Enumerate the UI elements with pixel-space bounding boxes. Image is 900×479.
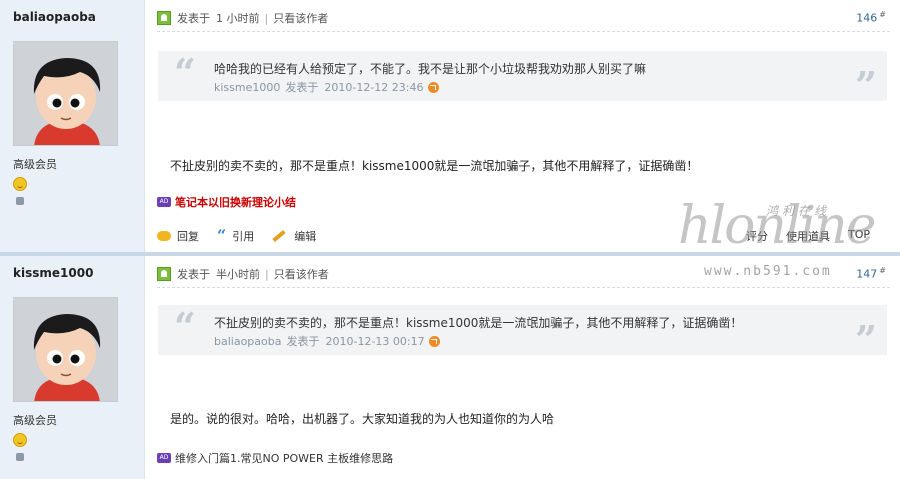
rate-button[interactable]: 评分: [746, 228, 768, 244]
post-main: 发表于 1 小时前 | 只看该作者 146 # “ 哈哈我的已经有人给预定了，不能…: [145, 0, 900, 254]
meta-divider: [157, 287, 890, 288]
quote-attribution: kissme1000 发表于 2010-12-12 23:46: [214, 79, 439, 95]
post-actions: 回复 “ 引用 编辑: [157, 228, 334, 244]
reply-label: 回复: [177, 230, 199, 243]
forum-post: kissme1000 高级会员 发表于 半小时前 | 只看该作者 147 # “…: [0, 256, 900, 479]
username-link[interactable]: baliaopaoba: [13, 10, 96, 24]
posted-prefix: 发表于: [177, 12, 210, 25]
top-button[interactable]: TOP: [848, 228, 870, 244]
ad-link[interactable]: AD 笔记本以旧换新理论小结: [157, 194, 296, 210]
ad-link[interactable]: AD 维修入门篇1.常见NO POWER 主板维修思路: [157, 450, 393, 466]
quote-posted-prefix: 发表于: [286, 335, 320, 348]
quote-text: 哈哈我的已经有人给预定了，不能了。我不是让那个小垃圾帮我劝劝那人别买了嘛: [214, 62, 647, 76]
ad-badge-icon: AD: [157, 197, 171, 207]
floor-value: 147: [856, 267, 878, 281]
quote-button[interactable]: “ 引用: [217, 228, 254, 244]
posted-time: 1 小时前: [216, 12, 260, 25]
quote-text: 不扯皮别的卖不卖的，那不是重点！kissme1000就是一流氓加骗子，其他不用解…: [214, 316, 743, 330]
close-quote-icon: ”: [855, 63, 877, 108]
quote-author: kissme1000: [214, 80, 281, 94]
edit-button[interactable]: 编辑: [272, 228, 316, 244]
quote-time: 2010-12-12 23:46: [324, 80, 424, 94]
author-only-link[interactable]: 只看该作者: [274, 266, 329, 282]
open-quote-icon: “: [174, 50, 196, 95]
smiley-medal-icon: [13, 177, 27, 191]
online-status-icon: [157, 11, 171, 25]
floor-mark: #: [879, 266, 886, 275]
user-rank: 高级会员: [13, 414, 57, 427]
user-rank: 高级会员: [13, 158, 57, 171]
smiley-medal-icon: [13, 433, 27, 447]
open-quote-icon: “: [174, 304, 196, 349]
quote-block: “ 哈哈我的已经有人给预定了，不能了。我不是让那个小垃圾帮我劝劝那人别买了嘛 k…: [158, 50, 887, 105]
reply-icon: [157, 231, 171, 241]
meta-separator: |: [264, 11, 269, 25]
forum-post: baliaopaoba 高级会员 发表于 1 小时前 | 只看该作者 146#: [0, 0, 900, 254]
jump-to-post-icon[interactable]: [427, 81, 439, 93]
status-icon: [16, 197, 24, 205]
posted-prefix: 发表于: [177, 268, 210, 281]
status-icon: [16, 453, 24, 461]
floor-number[interactable]: 146 #: [856, 10, 886, 25]
post-message: 是的。说的很对。哈哈，出机器了。大家知道我的为人也知道你的为人哈: [170, 412, 555, 426]
quote-label: 引用: [232, 230, 255, 243]
avatar[interactable]: [13, 41, 118, 146]
avatar[interactable]: [13, 297, 118, 402]
floor-mark: #: [879, 10, 886, 19]
post-main: 发表于 半小时前 | 只看该作者 147 # “ 不扯皮别的卖不卖的，那不是重点！…: [145, 256, 900, 479]
post-right-actions: 评分 使用道具 TOP: [728, 228, 870, 244]
reply-button[interactable]: 回复: [157, 228, 199, 244]
quote-block: “ 不扯皮别的卖不卖的，那不是重点！kissme1000就是一流氓加骗子，其他不…: [158, 304, 887, 359]
pencil-icon: [272, 229, 286, 243]
post-sidebar: baliaopaoba 高级会员: [0, 0, 145, 254]
floor-number[interactable]: 147 #: [856, 266, 886, 281]
username-link[interactable]: kissme1000: [13, 266, 93, 280]
ad-text: 笔记本以旧换新理论小结: [175, 196, 296, 209]
author-only-link[interactable]: 只看该作者: [273, 10, 328, 26]
quote-time: 2010-12-13 00:17: [325, 334, 425, 348]
meta-divider: [157, 31, 890, 32]
post-meta: 发表于 半小时前 | 只看该作者: [157, 266, 329, 282]
ad-text: 维修入门篇1.常见NO POWER 主板维修思路: [175, 452, 394, 465]
close-quote-icon: ”: [855, 317, 877, 362]
quote-attribution: baliaopaoba 发表于 2010-12-13 00:17: [214, 333, 440, 349]
posted-time: 半小时前: [216, 268, 260, 281]
ad-badge-icon: AD: [157, 453, 171, 463]
post-meta: 发表于 1 小时前 | 只看该作者: [157, 10, 328, 26]
quote-posted-prefix: 发表于: [285, 81, 319, 94]
quote-author: baliaopaoba: [214, 334, 282, 348]
floor-value: 146: [856, 11, 878, 25]
online-status-icon: [157, 267, 171, 281]
use-tool-button[interactable]: 使用道具: [786, 228, 830, 244]
edit-label: 编辑: [294, 230, 317, 243]
post-message: 不扯皮别的卖不卖的，那不是重点！kissme1000就是一流氓加骗子，其他不用解…: [170, 159, 699, 173]
jump-to-post-icon[interactable]: [428, 335, 440, 347]
post-sidebar: kissme1000 高级会员: [0, 256, 145, 479]
meta-separator: |: [265, 267, 269, 281]
quote-icon: “: [217, 226, 227, 245]
